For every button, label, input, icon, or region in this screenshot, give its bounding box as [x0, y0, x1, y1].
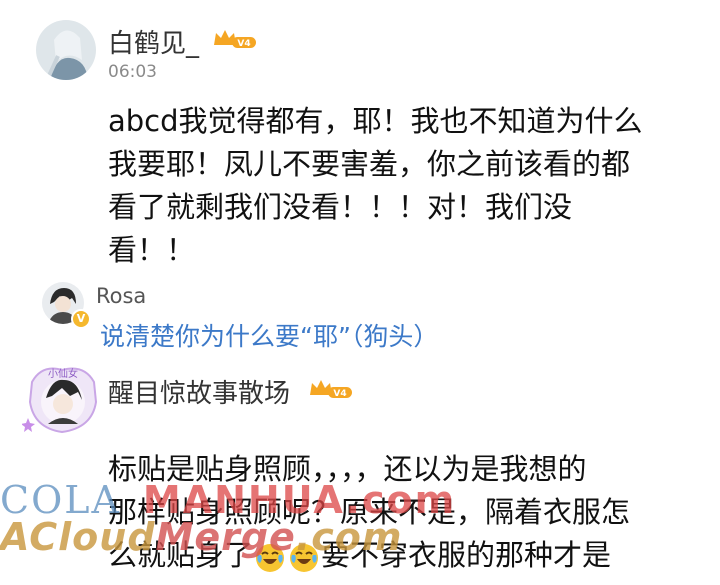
comment-line: 标贴是贴身照顾，，，，还以为是我想的 — [108, 452, 587, 486]
comment-line: 看了就剩我们没看！！！对！我们没 — [108, 190, 573, 224]
username[interactable]: 醒目惊故事散场 — [108, 373, 290, 410]
comment-line: 那样贴身照顾呢？原来不是，隔着衣服怎 — [108, 495, 631, 529]
avatar-user-2[interactable]: 小仙女 — [21, 362, 104, 438]
reply-username[interactable]: Rosa — [96, 284, 146, 308]
comment-line: 看！！ — [108, 233, 196, 267]
laughing-crying-emoji-icon — [289, 542, 319, 572]
level-crown-badge: V4 — [212, 28, 258, 50]
comment-body: 标贴是贴身照顾，，，，还以为是我想的 那样贴身照顾呢？原来不是，隔着衣服怎 么就… — [108, 448, 630, 577]
username[interactable]: 白鹤见_ — [108, 23, 199, 60]
level-crown-badge: V4 — [308, 378, 354, 400]
level-badge-text: V4 — [237, 39, 250, 49]
level-badge-text: V4 — [333, 389, 346, 399]
comment-line-with-emoji: 么就贴身了 要不穿衣服的那种才是 — [108, 534, 630, 577]
crown-icon: V4 — [214, 30, 256, 49]
avatar-image: 小仙女 — [21, 367, 98, 434]
avatar-image — [36, 20, 96, 80]
crown-icon: V4 — [310, 380, 352, 399]
comment-line: abcd我觉得都有，耶！我也不知道为什么 — [108, 104, 643, 138]
avatar-user-1[interactable] — [36, 20, 96, 80]
timestamp: 06:03 — [108, 62, 157, 82]
watermark-part: COLA — [0, 478, 121, 522]
comment-body: abcd我觉得都有，耶！我也不知道为什么 我要耶！凤儿不要害羞，你之前该看的都 … — [108, 100, 643, 272]
comment-line-part: 么就贴身了 — [108, 538, 254, 572]
svg-text:小仙女: 小仙女 — [48, 367, 78, 380]
comment-line: 我要耶！凤儿不要害羞，你之前该看的都 — [108, 147, 631, 181]
verified-badge: V — [71, 309, 91, 329]
comment-line-part: 要不穿衣服的那种才是 — [321, 538, 612, 572]
reply-text-link[interactable]: 说清楚你为什么要“耶”（狗头） — [100, 317, 438, 353]
laughing-crying-emoji-icon — [255, 542, 285, 572]
